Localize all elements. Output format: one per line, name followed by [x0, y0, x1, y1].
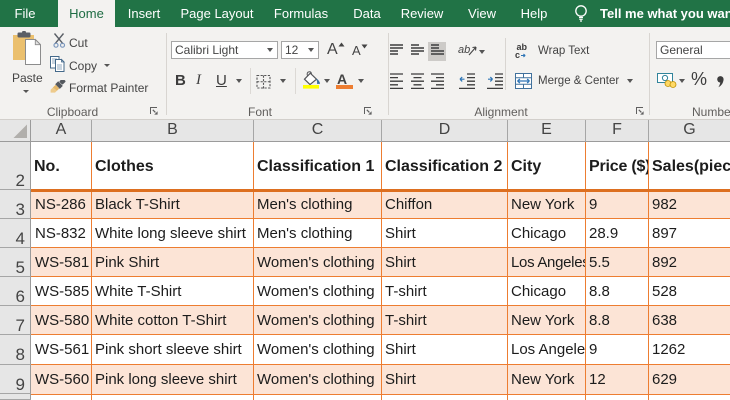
- svg-text:c: c: [515, 50, 520, 59]
